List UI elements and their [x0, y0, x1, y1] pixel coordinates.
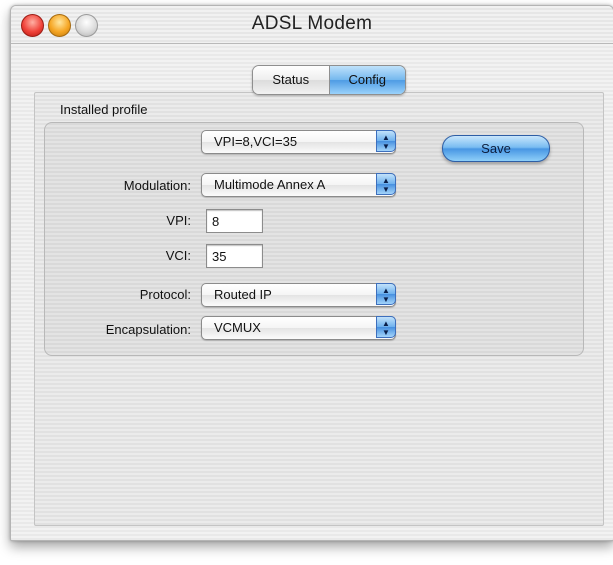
installed-profile-label: Installed profile: [60, 102, 148, 117]
popup-arrows-icon: ▲ ▼: [376, 283, 396, 305]
popup-arrows-icon: ▲ ▼: [376, 173, 396, 195]
protocol-label: Protocol:: [139, 287, 191, 302]
protocol-popup-value: Routed IP: [214, 287, 272, 302]
vpi-label: VPI:: [166, 213, 191, 228]
tab-config[interactable]: Config: [328, 66, 405, 94]
protocol-popup[interactable]: Routed IP ▲ ▼: [201, 283, 396, 307]
tab-bar: Status Config: [252, 65, 406, 95]
vpi-field[interactable]: 8: [206, 209, 263, 233]
encapsulation-popup-value: VCMUX: [214, 320, 261, 335]
title-bar[interactable]: ADSL Modem: [11, 6, 613, 44]
encapsulation-label: Encapsulation:: [105, 322, 191, 337]
modulation-popup-value: Multimode Annex A: [214, 177, 326, 192]
tab-status[interactable]: Status: [253, 66, 329, 94]
save-button[interactable]: Save: [442, 135, 550, 162]
vci-field[interactable]: 35: [206, 244, 263, 268]
modulation-label: Modulation:: [123, 178, 191, 193]
vci-label: VCI:: [165, 248, 191, 263]
profile-popup-value: VPI=8,VCI=35: [214, 134, 298, 149]
encapsulation-popup[interactable]: VCMUX ▲ ▼: [201, 316, 396, 340]
popup-arrows-icon: ▲ ▼: [376, 316, 396, 338]
profile-popup[interactable]: VPI=8,VCI=35 ▲ ▼: [201, 130, 396, 154]
modulation-popup[interactable]: Multimode Annex A ▲ ▼: [201, 173, 396, 197]
window-title: ADSL Modem: [251, 13, 373, 34]
popup-arrows-icon: ▲ ▼: [376, 130, 396, 152]
